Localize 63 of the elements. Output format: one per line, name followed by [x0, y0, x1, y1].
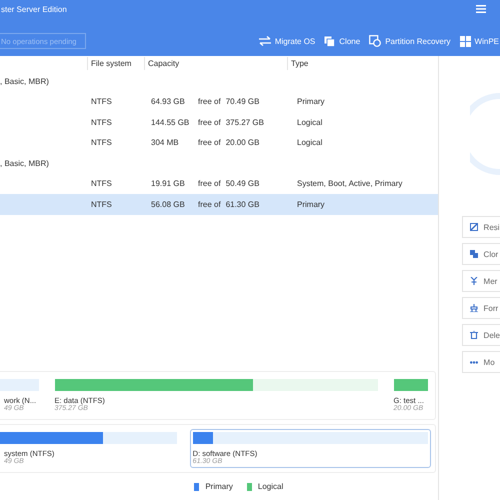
window-title: ster Server Edition	[1, 4, 67, 14]
table-cell: free of	[198, 118, 221, 127]
merge-icon	[470, 277, 478, 285]
action-button[interactable]: Forr	[462, 297, 500, 319]
format-icon	[470, 304, 478, 312]
copy-icon	[470, 250, 478, 258]
column-header[interactable]: Capacity	[144, 57, 287, 70]
legend-label: Primary	[205, 482, 233, 491]
table-cell: free of	[198, 138, 221, 148]
table-cell-text: System, Boot, Active, Primary	[296, 179, 404, 188]
table-cell-text: Logical	[296, 138, 324, 148]
table-cell: free of	[198, 200, 221, 209]
disk-label: , Basic, MBR)	[0, 158, 49, 168]
toolbar-button[interactable]: Migrate OS	[258, 35, 316, 47]
action-button[interactable]: Mer	[462, 270, 500, 292]
table-cell-text: 64.93 GB	[151, 97, 186, 106]
partition-row[interactable]: NTFS 304 MB free of 20.00 GB Logical	[0, 132, 438, 153]
table-cell-text: NTFS	[90, 179, 113, 188]
column-header[interactable]: Type	[287, 57, 438, 70]
table-cell-text: 56.08 GB	[151, 200, 186, 209]
table-cell: 375.27 GB	[226, 118, 264, 127]
table-cell-text: Primary	[296, 97, 326, 106]
table-cell: free of	[198, 179, 221, 188]
table-cell-text: 304 MB	[151, 138, 180, 148]
partition-row[interactable]: NTFS 64.93 GB free of 70.49 GB Primary	[0, 92, 438, 112]
more-icon	[470, 360, 478, 364]
table-cell-text: NTFS	[90, 97, 113, 106]
table-cell-text: Primary	[296, 200, 326, 209]
windows-icon	[460, 36, 471, 46]
partition-row[interactable]: NTFS 19.91 GB free of 50.49 GB System, Boot, Active, Primary	[0, 174, 438, 194]
table-cell: 61.30 GB	[226, 200, 260, 209]
action-button[interactable]: Resi	[462, 216, 500, 238]
toolbar-button[interactable]: WinPE	[460, 35, 499, 47]
table-cell-text: 19.91 GB	[151, 179, 186, 188]
table-cell: 20.00 GB	[226, 138, 260, 148]
action-button[interactable]: Clor	[462, 243, 500, 265]
menu-icon[interactable]	[476, 5, 486, 13]
partition-recovery-icon	[369, 35, 382, 47]
legend-label: Logical	[258, 482, 284, 491]
partition-row[interactable]: NTFS 56.08 GB free of 61.30 GB Primary	[0, 194, 438, 214]
action-button[interactable]: Mo	[462, 351, 500, 373]
disk-label: , Basic, MBR)	[0, 76, 49, 86]
copy-icon	[324, 36, 336, 46]
table-cell-text: NTFS	[90, 118, 113, 127]
table-cell-text: NTFS	[90, 200, 113, 209]
toolbar-button[interactable]: Partition Recovery	[369, 35, 451, 47]
table-cell: 50.49 GB	[226, 179, 260, 188]
partition-usage-bar	[394, 379, 428, 391]
table-cell-text: NTFS	[90, 138, 113, 148]
legend-swatch	[246, 482, 252, 490]
table-cell-text: Logical	[296, 118, 324, 127]
column-header[interactable]: File system	[87, 57, 144, 70]
partition-row[interactable]: NTFS 144.55 GB free of 375.27 GB Logical	[0, 112, 438, 132]
partition-usage-bar	[0, 379, 38, 391]
resize-icon	[470, 223, 478, 231]
legend-swatch	[194, 482, 200, 490]
swap-arrows-icon	[258, 36, 271, 46]
table-cell: 70.49 GB	[226, 97, 260, 106]
table-cell-text: 144.55 GB	[151, 118, 190, 127]
action-button[interactable]: Dele	[462, 324, 500, 346]
trash-icon	[470, 331, 478, 339]
toolbar-button[interactable]: Clone	[324, 35, 360, 47]
table-cell: free of	[198, 97, 221, 106]
